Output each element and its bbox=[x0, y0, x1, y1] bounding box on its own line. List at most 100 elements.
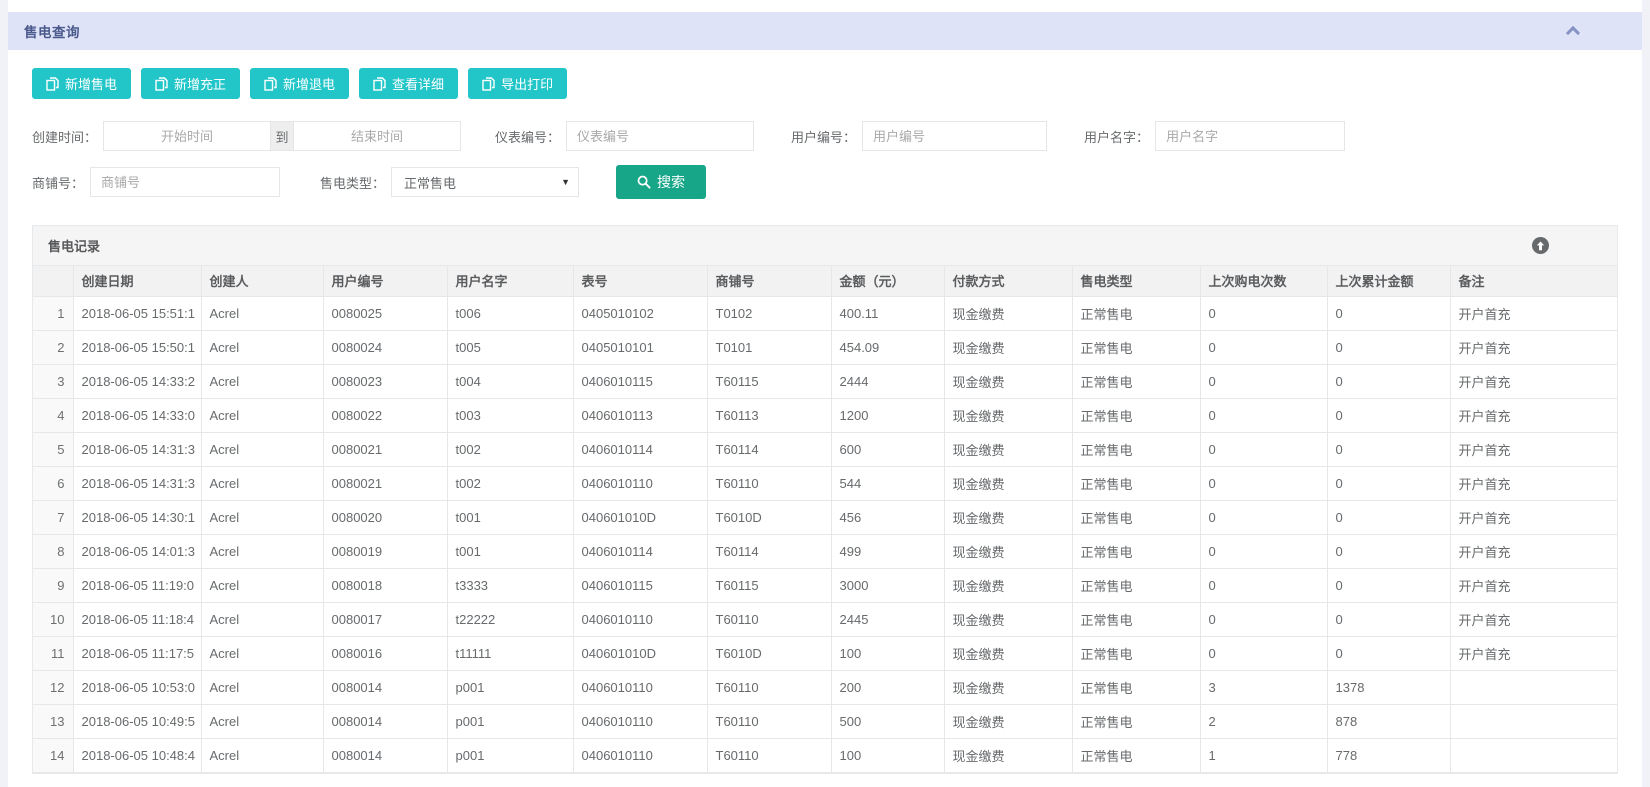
toolbar-button-label: 新增退电 bbox=[283, 74, 335, 93]
chevron-up-icon[interactable] bbox=[1568, 26, 1578, 36]
end-time-input[interactable] bbox=[293, 121, 461, 151]
table-cell: 0406010110 bbox=[573, 670, 707, 704]
table-row[interactable]: 22018-06-05 15:50:1Acrel0080024t00504050… bbox=[33, 330, 1617, 364]
table-cell: 现金缴费 bbox=[944, 500, 1072, 534]
meter-no-input[interactable] bbox=[566, 121, 754, 151]
table-row[interactable]: 112018-06-05 11:17:5Acrel0080016t1111104… bbox=[33, 636, 1617, 670]
table-row[interactable]: 122018-06-05 10:53:0Acrel0080014p0010406… bbox=[33, 670, 1617, 704]
table-cell: 正常售电 bbox=[1072, 432, 1200, 466]
table-cell: t001 bbox=[447, 500, 573, 534]
table-row[interactable]: 92018-06-05 11:19:0Acrel0080018t33330406… bbox=[33, 568, 1617, 602]
table-cell: Acrel bbox=[201, 364, 323, 398]
table-cell: 0 bbox=[1327, 500, 1450, 534]
table-cell: 开户首充 bbox=[1450, 636, 1617, 670]
start-time-input[interactable] bbox=[103, 121, 271, 151]
date-to-label: 到 bbox=[271, 121, 293, 151]
table-cell: 0 bbox=[1200, 534, 1327, 568]
table-cell: 0 bbox=[1200, 500, 1327, 534]
table-row[interactable]: 132018-06-05 10:49:5Acrel0080014p0010406… bbox=[33, 704, 1617, 738]
caret-down-icon: ▼ bbox=[561, 177, 570, 187]
search-icon bbox=[637, 175, 651, 189]
table-cell: 0 bbox=[1200, 636, 1327, 670]
table-cell: T60115 bbox=[707, 364, 831, 398]
table-cell: 正常售电 bbox=[1072, 670, 1200, 704]
table-cell: 0 bbox=[1327, 636, 1450, 670]
table-cell: 0 bbox=[1327, 296, 1450, 330]
table-cell: 544 bbox=[831, 466, 944, 500]
table-row[interactable]: 72018-06-05 14:30:1Acrel0080020t00104060… bbox=[33, 500, 1617, 534]
table-cell: 0 bbox=[1200, 602, 1327, 636]
column-header: 上次购电次数 bbox=[1200, 266, 1327, 296]
table-cell: 0 bbox=[1327, 568, 1450, 602]
row-index-cell: 6 bbox=[33, 466, 73, 500]
page-header: 售电查询 bbox=[8, 12, 1642, 50]
table-cell: 0080020 bbox=[323, 500, 447, 534]
table-cell: T60113 bbox=[707, 398, 831, 432]
table-cell: 0 bbox=[1200, 296, 1327, 330]
collapse-up-icon[interactable] bbox=[1532, 237, 1549, 254]
view-detail-button[interactable]: 查看详细 bbox=[359, 68, 458, 99]
create-time-label: 创建时间： bbox=[32, 127, 97, 146]
table-row[interactable]: 102018-06-05 11:18:4Acrel0080017t2222204… bbox=[33, 602, 1617, 636]
table-row[interactable]: 82018-06-05 14:01:3Acrel0080019t00104060… bbox=[33, 534, 1617, 568]
table-cell: 0 bbox=[1327, 398, 1450, 432]
column-header: 创建人 bbox=[201, 266, 323, 296]
table-cell: Acrel bbox=[201, 466, 323, 500]
new-correction-button[interactable]: 新增充正 bbox=[141, 68, 240, 99]
new-refund-button[interactable]: 新增退电 bbox=[250, 68, 349, 99]
user-no-input[interactable] bbox=[862, 121, 1047, 151]
table-cell: 0080016 bbox=[323, 636, 447, 670]
table-cell: 0080014 bbox=[323, 670, 447, 704]
table-cell: 2444 bbox=[831, 364, 944, 398]
table-cell: 454.09 bbox=[831, 330, 944, 364]
table-cell: 600 bbox=[831, 432, 944, 466]
table-cell: 0406010114 bbox=[573, 432, 707, 466]
table-cell bbox=[1450, 738, 1617, 772]
page-title: 售电查询 bbox=[24, 21, 80, 41]
column-header: 表号 bbox=[573, 266, 707, 296]
table-cell: 正常售电 bbox=[1072, 330, 1200, 364]
table-cell: 456 bbox=[831, 500, 944, 534]
table-cell: 0080017 bbox=[323, 602, 447, 636]
table-cell: 040601010D bbox=[573, 500, 707, 534]
table-cell: 0080018 bbox=[323, 568, 447, 602]
table-row[interactable]: 32018-06-05 14:33:2Acrel0080023t00404060… bbox=[33, 364, 1617, 398]
table-cell: 现金缴费 bbox=[944, 670, 1072, 704]
table-cell: Acrel bbox=[201, 568, 323, 602]
table-cell: 开户首充 bbox=[1450, 534, 1617, 568]
table-row[interactable]: 62018-06-05 14:31:3Acrel0080021t00204060… bbox=[33, 466, 1617, 500]
table-cell: p001 bbox=[447, 738, 573, 772]
table-cell: 2018-06-05 11:19:0 bbox=[73, 568, 201, 602]
meter-no-label: 仪表编号： bbox=[495, 127, 560, 146]
table-cell: 开户首充 bbox=[1450, 500, 1617, 534]
table-cell: 开户首充 bbox=[1450, 568, 1617, 602]
new-sale-button[interactable]: 新增售电 bbox=[32, 68, 131, 99]
filters-row-1: 创建时间： 到 仪表编号： 用户编号： 用户名字： bbox=[8, 121, 1642, 151]
records-panel: 售电记录 创建日期创建人用户编号用户名字表号商铺号金额（元）付款方式售电类型上次… bbox=[32, 225, 1618, 774]
shop-no-input[interactable] bbox=[90, 167, 280, 197]
table-cell: 0406010115 bbox=[573, 364, 707, 398]
table-cell: Acrel bbox=[201, 432, 323, 466]
table-row[interactable]: 52018-06-05 14:31:3Acrel0080021t00204060… bbox=[33, 432, 1617, 466]
table-row[interactable]: 12018-06-05 15:51:1Acrel0080025t00604050… bbox=[33, 296, 1617, 330]
table-cell: 开户首充 bbox=[1450, 466, 1617, 500]
sale-type-select[interactable]: 正常售电 ▼ bbox=[391, 167, 579, 197]
search-button[interactable]: 搜索 bbox=[616, 165, 706, 199]
table-row[interactable]: 42018-06-05 14:33:0Acrel0080022t00304060… bbox=[33, 398, 1617, 432]
table-cell: 778 bbox=[1327, 738, 1450, 772]
row-index-cell: 3 bbox=[33, 364, 73, 398]
column-header bbox=[33, 266, 73, 296]
table-row[interactable]: 142018-06-05 10:48:4Acrel0080014p0010406… bbox=[33, 738, 1617, 772]
column-header: 金额（元） bbox=[831, 266, 944, 296]
table-cell: 现金缴费 bbox=[944, 364, 1072, 398]
table-cell: 0080019 bbox=[323, 534, 447, 568]
copy-file-icon bbox=[155, 77, 168, 91]
table-cell bbox=[1450, 704, 1617, 738]
user-name-input[interactable] bbox=[1155, 121, 1345, 151]
table-cell: T60110 bbox=[707, 738, 831, 772]
export-print-button[interactable]: 导出打印 bbox=[468, 68, 567, 99]
table-cell: 0 bbox=[1200, 330, 1327, 364]
row-index-cell: 10 bbox=[33, 602, 73, 636]
row-index-cell: 1 bbox=[33, 296, 73, 330]
table-cell: 0406010114 bbox=[573, 534, 707, 568]
